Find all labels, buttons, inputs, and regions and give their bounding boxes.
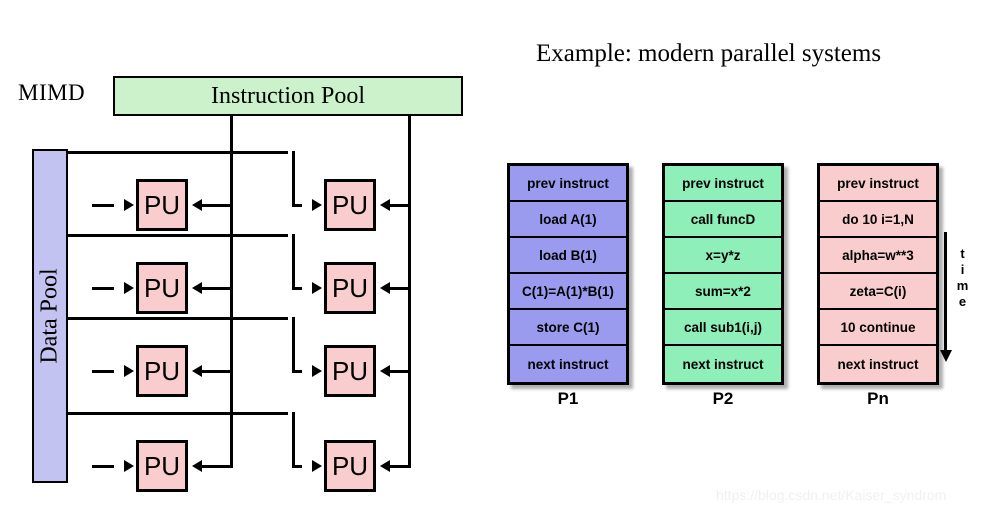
wire-segment bbox=[292, 412, 295, 466]
arrow-head-icon bbox=[124, 282, 134, 294]
pu-box: PU bbox=[324, 345, 376, 397]
arrow-head-icon bbox=[192, 365, 202, 377]
wire-segment bbox=[292, 151, 295, 205]
instruction-cell: call sub1(i,j) bbox=[665, 310, 781, 346]
arrow-head-icon bbox=[312, 199, 322, 211]
wire-segment bbox=[202, 370, 230, 373]
pu-label: PU bbox=[331, 190, 369, 220]
arrow-head-icon bbox=[380, 365, 390, 377]
wire-segment bbox=[68, 151, 288, 154]
wire-segment bbox=[292, 287, 302, 290]
arrow-head-icon bbox=[380, 460, 390, 472]
arrow-head-icon bbox=[124, 199, 134, 211]
wire-segment bbox=[390, 370, 408, 373]
wire-segment bbox=[92, 465, 114, 468]
arrow-head-icon bbox=[192, 199, 202, 211]
wire-segment bbox=[390, 204, 408, 207]
pu-box: PU bbox=[136, 179, 188, 231]
instruction-cell: prev instruct bbox=[665, 166, 781, 202]
instruction-cell: C(1)=A(1)*B(1) bbox=[510, 274, 626, 310]
pu-box: PU bbox=[136, 440, 188, 492]
instruction-pool-label: Instruction Pool bbox=[211, 82, 365, 109]
pu-box: PU bbox=[324, 179, 376, 231]
time-axis-line bbox=[944, 232, 947, 352]
watermark: https://blog.csdn.net/Kaiser_syndrom bbox=[716, 487, 947, 503]
arrow-head-icon bbox=[124, 460, 134, 472]
process-column: prev instruct load A(1) load B(1) C(1)=A(1)… bbox=[507, 163, 629, 385]
instruction-cell: next instruct bbox=[510, 346, 626, 382]
pu-label: PU bbox=[331, 451, 369, 481]
pu-label: PU bbox=[143, 356, 181, 386]
wire-segment bbox=[292, 465, 302, 468]
process-label: P2 bbox=[712, 389, 734, 408]
instruction-cell: prev instruct bbox=[510, 166, 626, 202]
instruction-cell: next instruct bbox=[665, 346, 781, 382]
wire-segment bbox=[202, 465, 230, 468]
arrow-head-icon bbox=[192, 282, 202, 294]
instruction-cell: x=y*z bbox=[665, 238, 781, 274]
arrow-head-icon bbox=[380, 282, 390, 294]
instruction-pool-box: Instruction Pool bbox=[113, 76, 463, 116]
process-label: Pn bbox=[867, 389, 889, 408]
wire-segment bbox=[202, 204, 230, 207]
example-title: Example: modern parallel systems bbox=[536, 40, 882, 67]
data-pool-box: Data Pool bbox=[32, 149, 68, 483]
wire-segment bbox=[292, 370, 302, 373]
wire-segment bbox=[390, 465, 408, 468]
instruction-cell: load B(1) bbox=[510, 238, 626, 274]
mimd-label: MIMD bbox=[18, 80, 86, 105]
instruction-cell: next instruct bbox=[820, 346, 936, 382]
wire-segment bbox=[68, 317, 288, 320]
pu-label: PU bbox=[143, 190, 181, 220]
pu-box: PU bbox=[324, 262, 376, 314]
wire-segment bbox=[202, 287, 230, 290]
wire-segment bbox=[68, 412, 288, 415]
instruction-cell: do 10 i=1,N bbox=[820, 202, 936, 238]
instruction-cell: call funcD bbox=[665, 202, 781, 238]
wire-segment bbox=[390, 287, 408, 290]
process-column: prev instruct call funcD x=y*z sum=x*2 call … bbox=[662, 163, 784, 385]
arrow-head-icon bbox=[192, 460, 202, 472]
arrow-head-icon bbox=[312, 365, 322, 377]
screenshot-canvas: MIMD Instruction Pool Data Pool PU PU PU PU… bbox=[0, 0, 982, 518]
wire-segment bbox=[292, 234, 295, 288]
instruction-cell: alpha=w**3 bbox=[820, 238, 936, 274]
data-pool-label: Data Pool bbox=[36, 268, 63, 364]
pu-box: PU bbox=[136, 262, 188, 314]
pu-label: PU bbox=[331, 273, 369, 303]
instruction-cell: load A(1) bbox=[510, 202, 626, 238]
process-label: P1 bbox=[557, 389, 579, 408]
pu-label: PU bbox=[331, 356, 369, 386]
wire-segment bbox=[292, 317, 295, 371]
wire-segment bbox=[292, 204, 302, 207]
time-axis-arrow-icon bbox=[939, 350, 952, 362]
arrow-head-icon bbox=[312, 460, 322, 472]
wire-segment bbox=[92, 370, 114, 373]
wire-segment bbox=[92, 287, 114, 290]
pu-box: PU bbox=[136, 345, 188, 397]
instruction-cell: sum=x*2 bbox=[665, 274, 781, 310]
instruction-cell: 10 continue bbox=[820, 310, 936, 346]
wire-segment bbox=[92, 204, 114, 207]
wire-segment bbox=[408, 116, 411, 468]
instruction-cell: prev instruct bbox=[820, 166, 936, 202]
pu-label: PU bbox=[143, 273, 181, 303]
time-axis-label: time bbox=[955, 246, 970, 310]
arrow-head-icon bbox=[312, 282, 322, 294]
instruction-cell: store C(1) bbox=[510, 310, 626, 346]
pu-label: PU bbox=[143, 451, 181, 481]
arrow-head-icon bbox=[380, 199, 390, 211]
process-column: prev instruct do 10 i=1,N alpha=w**3 zeta=C… bbox=[817, 163, 939, 385]
wire-segment bbox=[230, 116, 233, 468]
wire-segment bbox=[68, 234, 288, 237]
pu-box: PU bbox=[324, 440, 376, 492]
instruction-cell: zeta=C(i) bbox=[820, 274, 936, 310]
arrow-head-icon bbox=[124, 365, 134, 377]
